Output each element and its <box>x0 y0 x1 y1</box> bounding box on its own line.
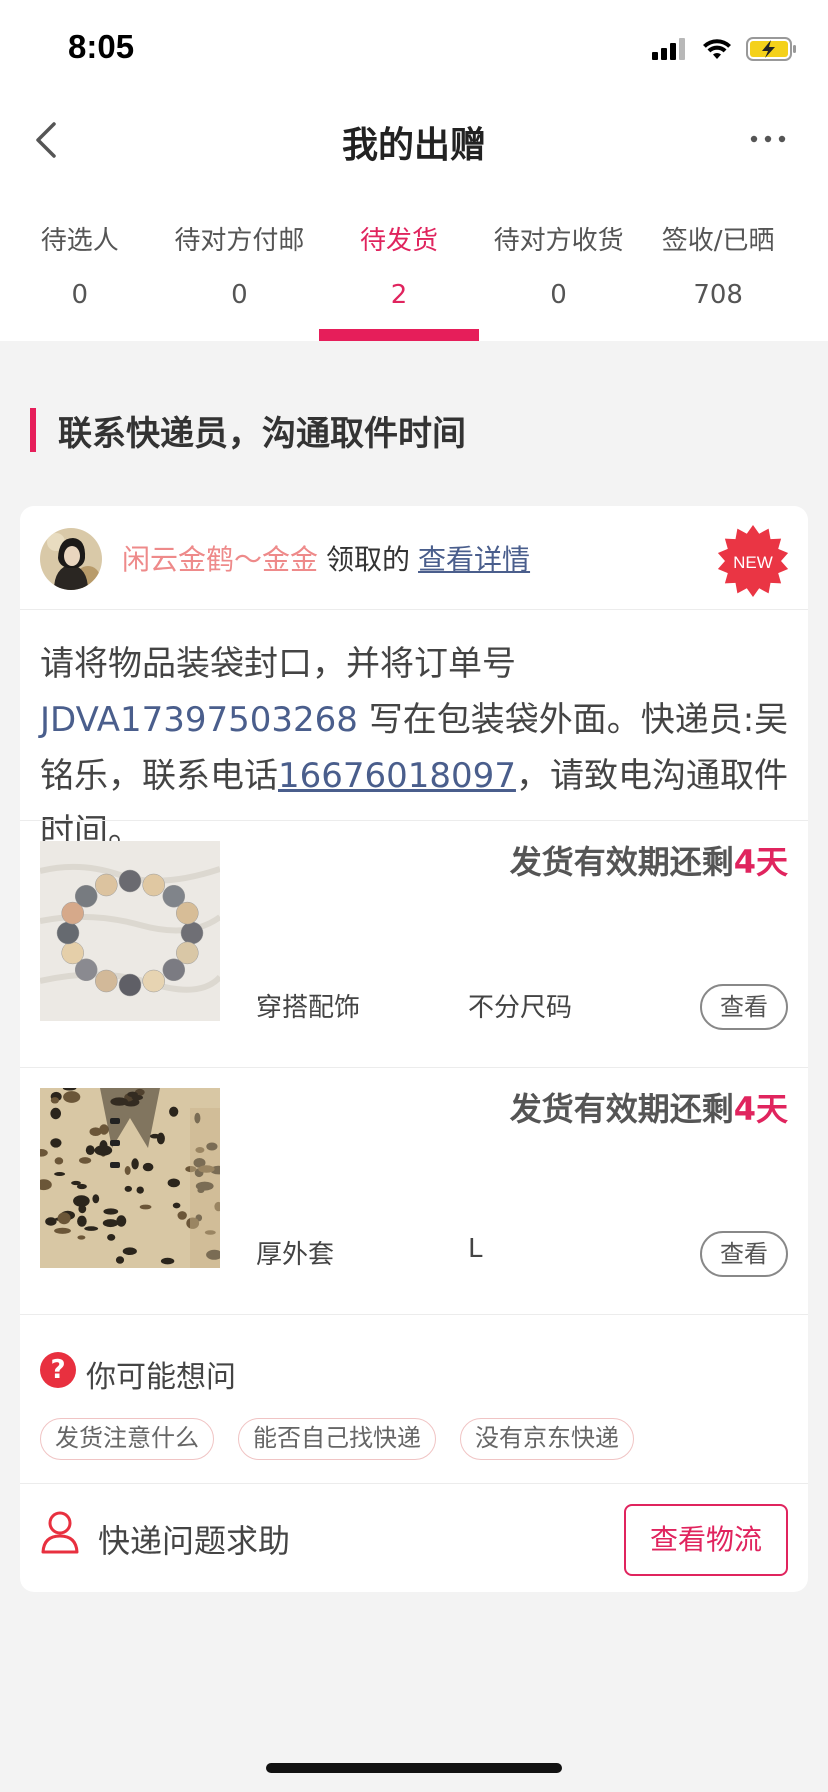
status-tabs: 待选人 0 待对方付邮 0 待发货 2 待对方收货 0 签收/已晒 708 <box>0 220 828 341</box>
shipping-deadline: 发货有效期还剩4天 <box>510 1084 788 1130</box>
nav-bar: 我的出赠 <box>0 100 828 180</box>
tab-count: 0 <box>231 280 248 310</box>
status-icons <box>652 34 798 64</box>
tab-count: 0 <box>550 280 567 310</box>
deadline-days: 4天 <box>733 843 788 881</box>
tab-count: 2 <box>390 280 408 310</box>
page-title: 我的出赠 <box>341 125 486 166</box>
question-icon: ? <box>40 1352 76 1388</box>
view-logistics-button[interactable]: 查看物流 <box>624 1504 788 1576</box>
tab-count: 0 <box>71 280 89 310</box>
item-image-leopard-coat[interactable] <box>40 1088 220 1268</box>
view-item-button[interactable]: 查看 <box>700 1231 788 1277</box>
shipping-deadline: 发货有效期还剩4天 <box>510 837 788 883</box>
item-image-bracelet[interactable] <box>40 841 220 1021</box>
item-category: 穿搭配饰 <box>256 993 361 1023</box>
tab-label: 待发货 <box>359 226 438 256</box>
item-category: 厚外套 <box>256 1240 335 1270</box>
home-indicator <box>266 1763 562 1773</box>
new-badge-icon: NEW <box>717 525 789 597</box>
view-details-link[interactable]: 查看详情 <box>418 543 530 576</box>
section-accent-bar <box>30 408 36 452</box>
tab-label: 待对方收货 <box>493 226 624 256</box>
deadline-label: 发货有效期还剩 <box>509 1090 734 1128</box>
courier-help-row: 快递问题求助 查看物流 <box>20 1484 808 1592</box>
header-area: 8:05 我的出赠 待选人 0 待对方付邮 0 待发货 2 待对方收货 0 签收… <box>0 0 828 341</box>
tab-pending-postage[interactable]: 待对方付邮 0 <box>160 220 320 341</box>
courier-phone-link[interactable]: 16676018097 <box>278 756 516 796</box>
instruction-text: 请将物品装袋封口，并将订单号 <box>40 644 516 684</box>
deadline-days: 4天 <box>733 1090 788 1128</box>
deadline-label: 发货有效期还剩 <box>509 843 734 881</box>
tab-pending-select[interactable]: 待选人 0 <box>0 220 160 341</box>
faq-chip[interactable]: 发货注意什么 <box>40 1418 214 1460</box>
faq-chips: 发货注意什么 能否自己找快递 没有京东快递 <box>40 1418 634 1460</box>
tab-count: 708 <box>693 280 743 310</box>
avatar[interactable] <box>40 528 102 590</box>
claimer-name[interactable]: 闲云金鹤～金金 <box>122 543 318 576</box>
person-icon <box>41 1511 79 1554</box>
battery-charging-icon <box>746 37 796 61</box>
faq-chip[interactable]: 能否自己找快递 <box>238 1418 436 1460</box>
view-item-button[interactable]: 查看 <box>700 984 788 1030</box>
tab-pending-receipt[interactable]: 待对方收货 0 <box>479 220 639 341</box>
tab-pending-ship[interactable]: 待发货 2 <box>319 220 479 341</box>
claim-row: 闲云金鹤～金金 领取的 查看详情 NEW <box>20 506 808 610</box>
tab-label: 待对方付邮 <box>174 226 305 256</box>
faq-chip[interactable]: 没有京东快递 <box>460 1418 634 1460</box>
tab-underline <box>319 329 479 341</box>
claim-action: 领取的 <box>326 543 411 576</box>
new-badge-text: NEW <box>733 553 773 572</box>
item-size: L <box>468 1234 483 1264</box>
faq-section: ? 你可能想问 发货注意什么 能否自己找快递 没有京东快递 <box>20 1314 808 1484</box>
faq-title: 你可能想问 <box>86 1360 236 1395</box>
wifi-icon <box>703 39 731 59</box>
claim-text: 闲云金鹤～金金 领取的 查看详情 <box>122 538 530 578</box>
cellular-signal-icon <box>652 38 685 60</box>
tab-label: 待选人 <box>40 226 119 256</box>
order-number: JDVA17397503268 <box>40 700 358 740</box>
item-size: 不分尺码 <box>468 993 573 1023</box>
section-title: 联系快递员，沟通取件时间 <box>58 413 466 454</box>
tab-received[interactable]: 签收/已晒 708 <box>638 220 798 341</box>
courier-help-link[interactable]: 快递问题求助 <box>98 1516 290 1562</box>
item-row: 发货有效期还剩4天 厚外套 L 查看 <box>20 1068 808 1315</box>
tab-label: 签收/已晒 <box>661 226 775 256</box>
shipment-card: 闲云金鹤～金金 领取的 查看详情 NEW 请将物品装袋封口，并将订单号 JDVA17… <box>20 506 808 1592</box>
status-bar: 8:05 <box>0 0 828 100</box>
status-time: 8:05 <box>68 28 135 65</box>
section-heading: 联系快递员，沟通取件时间 <box>30 408 466 454</box>
item-row: 发货有效期还剩4天 穿搭配饰 不分尺码 查看 <box>20 821 808 1068</box>
more-icon[interactable] <box>748 124 788 154</box>
